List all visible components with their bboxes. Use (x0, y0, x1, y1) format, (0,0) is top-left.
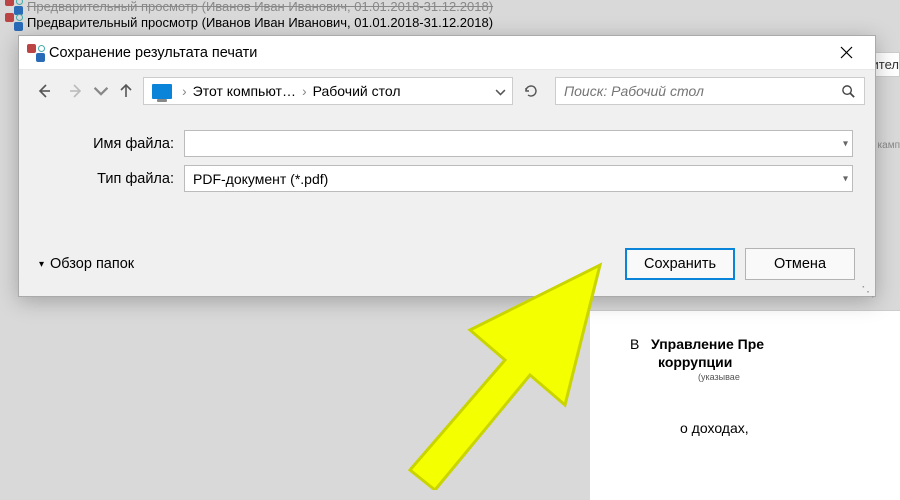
arrow-right-icon (68, 83, 84, 99)
forward-button[interactable] (61, 76, 91, 106)
chevron-down-icon (93, 83, 109, 99)
refresh-button[interactable] (515, 77, 547, 105)
dialog-footer: ▾ Обзор папок Сохранить Отмена (19, 238, 875, 296)
doc-heading-2: коррупции (630, 354, 900, 370)
document-preview: В Управление Пре коррупции (указывае о д… (590, 310, 900, 500)
browse-folders-label: Обзор папок (50, 256, 134, 272)
nav-row: › Этот компьют… › Рабочий стол (19, 70, 875, 112)
breadcrumb-root[interactable]: Этот компьют… (193, 83, 296, 99)
chevron-right-icon: › (180, 83, 189, 99)
chevron-down-icon[interactable]: ▾ (843, 173, 848, 184)
chevron-down-icon[interactable]: ▾ (843, 138, 848, 149)
filetype-value: PDF-документ (*.pdf) (193, 171, 328, 187)
filename-input[interactable]: ▾ (184, 130, 853, 157)
breadcrumb-location[interactable]: Рабочий стол (313, 83, 401, 99)
back-button[interactable] (29, 76, 59, 106)
cancel-button[interactable]: Отмена (745, 248, 855, 280)
dialog-fields: Имя файла: ▾ Тип файла: PDF-документ (*.… (19, 112, 875, 192)
refresh-icon (523, 83, 539, 99)
bg-title-front-text: Предварительный просмотр (Иванов Иван Ив… (27, 15, 493, 30)
browse-folders-toggle[interactable]: ▾ Обзор папок (39, 256, 134, 272)
resize-grip[interactable] (861, 282, 873, 294)
close-icon (840, 46, 853, 59)
preview-gray-bg (0, 310, 590, 500)
dialog-titlebar[interactable]: Сохранение результата печати (19, 36, 875, 70)
chevron-right-icon: › (300, 83, 309, 99)
filetype-label: Тип файла: (41, 171, 184, 187)
bg-window-title-back: Предварительный просмотр (Иванов Иван Ив… (5, 0, 493, 14)
bg-title-back-text: Предварительный просмотр (Иванов Иван Ив… (27, 0, 493, 14)
filename-label: Имя файла: (41, 136, 184, 152)
arrow-left-icon (36, 83, 52, 99)
app-icon (27, 44, 45, 62)
search-input[interactable] (564, 83, 841, 99)
search-icon (841, 84, 856, 99)
chevron-down-icon: ▾ (39, 259, 44, 270)
doc-line-3: о доходах, (630, 420, 900, 436)
chevron-down-icon[interactable] (495, 83, 506, 99)
pc-icon (152, 84, 172, 99)
save-dialog: Сохранение результата печати › Этот комп… (18, 35, 876, 297)
dialog-title: Сохранение результата печати (49, 45, 257, 61)
doc-heading-1: Управление Пре (651, 336, 764, 352)
arrow-up-icon (118, 83, 134, 99)
breadcrumb-bar[interactable]: › Этот компьют… › Рабочий стол (143, 77, 513, 105)
doc-small-note: (указывае (630, 372, 900, 382)
bg-window-title-front: Предварительный просмотр (Иванов Иван Ив… (5, 14, 493, 30)
doc-prefix: В (630, 336, 639, 352)
recent-dropdown[interactable] (93, 76, 109, 106)
up-button[interactable] (111, 76, 141, 106)
save-button[interactable]: Сохранить (625, 248, 735, 280)
app-icon (5, 13, 23, 31)
filetype-select[interactable]: PDF-документ (*.pdf) ▾ (184, 165, 853, 192)
search-box[interactable] (555, 77, 865, 105)
close-button[interactable] (825, 36, 867, 69)
